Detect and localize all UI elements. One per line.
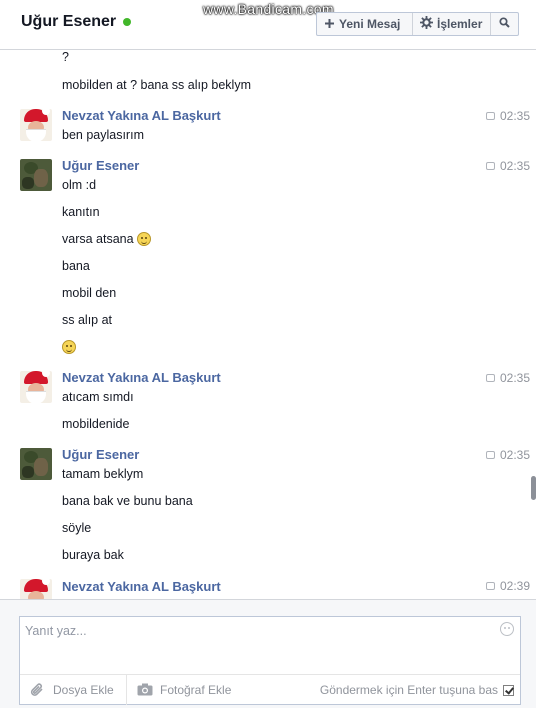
message-text: ss alıp at (62, 313, 113, 327)
plus-icon (324, 17, 335, 32)
chat-bubble-icon (485, 112, 495, 120)
chat-bubble-icon (485, 374, 495, 382)
reply-composer: Dosya Ekle Fotoğraf Ekle Göndermek için … (19, 616, 521, 705)
search-button[interactable] (490, 13, 518, 35)
paperclip-icon (30, 683, 45, 696)
message-time: 02:35 (485, 448, 530, 462)
reply-input[interactable] (25, 620, 495, 674)
smiley-icon[interactable] (500, 622, 514, 636)
message-emoji (62, 340, 76, 354)
avatar[interactable] (20, 579, 52, 599)
camera-icon (137, 683, 153, 696)
message-text: ben paylasırım (62, 128, 144, 142)
sender-name[interactable]: Uğur Esener (62, 158, 139, 173)
watermark: www.Bandicam.com (203, 1, 334, 17)
new-message-label: Yeni Mesaj (339, 17, 401, 31)
add-photo-label: Fotoğraf Ekle (160, 682, 232, 697)
add-file-button[interactable]: Dosya Ekle (20, 675, 126, 705)
contact-name[interactable]: Uğur Esener (21, 13, 116, 31)
header-action-buttons: Yeni Mesaj İşlemler (316, 12, 519, 36)
smiley-icon (136, 232, 151, 246)
message-text: mobilden at ? bana ss alıp beklym (62, 78, 251, 92)
sender-name[interactable]: Nevzat Yakına AL Başkurt (62, 108, 221, 123)
add-photo-button[interactable]: Fotoğraf Ekle (126, 674, 244, 705)
avatar[interactable] (20, 109, 52, 141)
message-text: mobildenide (62, 417, 130, 431)
scrollbar-thumb[interactable] (531, 476, 536, 500)
sender-name[interactable]: Nevzat Yakına AL Başkurt (62, 579, 221, 594)
enter-to-send-checkbox[interactable] (503, 684, 514, 696)
search-icon (499, 17, 510, 31)
chat-bubble-icon (485, 451, 495, 459)
message-time: 02:35 (485, 371, 530, 385)
message-text: kanıtın (62, 205, 100, 219)
avatar[interactable] (20, 371, 52, 403)
message-text: atıcam sımdı (62, 390, 134, 404)
chat-bubble-icon (485, 162, 495, 170)
composer-toolbar: Dosya Ekle Fotoğraf Ekle Göndermek için … (20, 674, 520, 705)
message-text: bana (62, 259, 90, 273)
message-time: 02:35 (485, 159, 530, 173)
chat-bubble-icon (485, 582, 495, 590)
enter-to-send-option[interactable]: Göndermek için Enter tuşuna bas (320, 675, 514, 705)
composer-area: Dosya Ekle Fotoğraf Ekle Göndermek için … (0, 599, 536, 708)
message-time: 02:35 (485, 109, 530, 123)
new-message-button[interactable]: Yeni Mesaj (317, 13, 412, 35)
gear-icon (420, 16, 433, 32)
message-text: ? (62, 50, 69, 64)
message-text: buraya bak (62, 548, 124, 562)
message-thread[interactable]: ? mobilden at ? bana ss alıp beklym Nevz… (0, 50, 536, 599)
avatar[interactable] (20, 448, 52, 480)
add-file-label: Dosya Ekle (53, 682, 114, 697)
conversation-header: Uğur Esener www.Bandicam.com Yeni Mesaj … (0, 0, 536, 50)
online-status-dot (123, 18, 131, 26)
actions-label: İşlemler (437, 17, 483, 31)
message-text: söyle (62, 521, 92, 535)
smiley-icon (62, 340, 76, 354)
avatar[interactable] (20, 159, 52, 191)
message-text: olm :d (62, 178, 97, 192)
message-time: 02:39 (485, 579, 530, 593)
enter-to-send-label: Göndermek için Enter tuşuna bas (319, 683, 498, 697)
message-text: mobil den (62, 286, 117, 300)
sender-name[interactable]: Uğur Esener (62, 447, 139, 462)
sender-name[interactable]: Nevzat Yakına AL Başkurt (62, 370, 221, 385)
message-text: bana bak ve bunu bana (62, 494, 193, 508)
message-text: tamam beklym (62, 467, 144, 481)
message-text: varsa atsana (62, 232, 151, 246)
actions-button[interactable]: İşlemler (412, 13, 490, 35)
